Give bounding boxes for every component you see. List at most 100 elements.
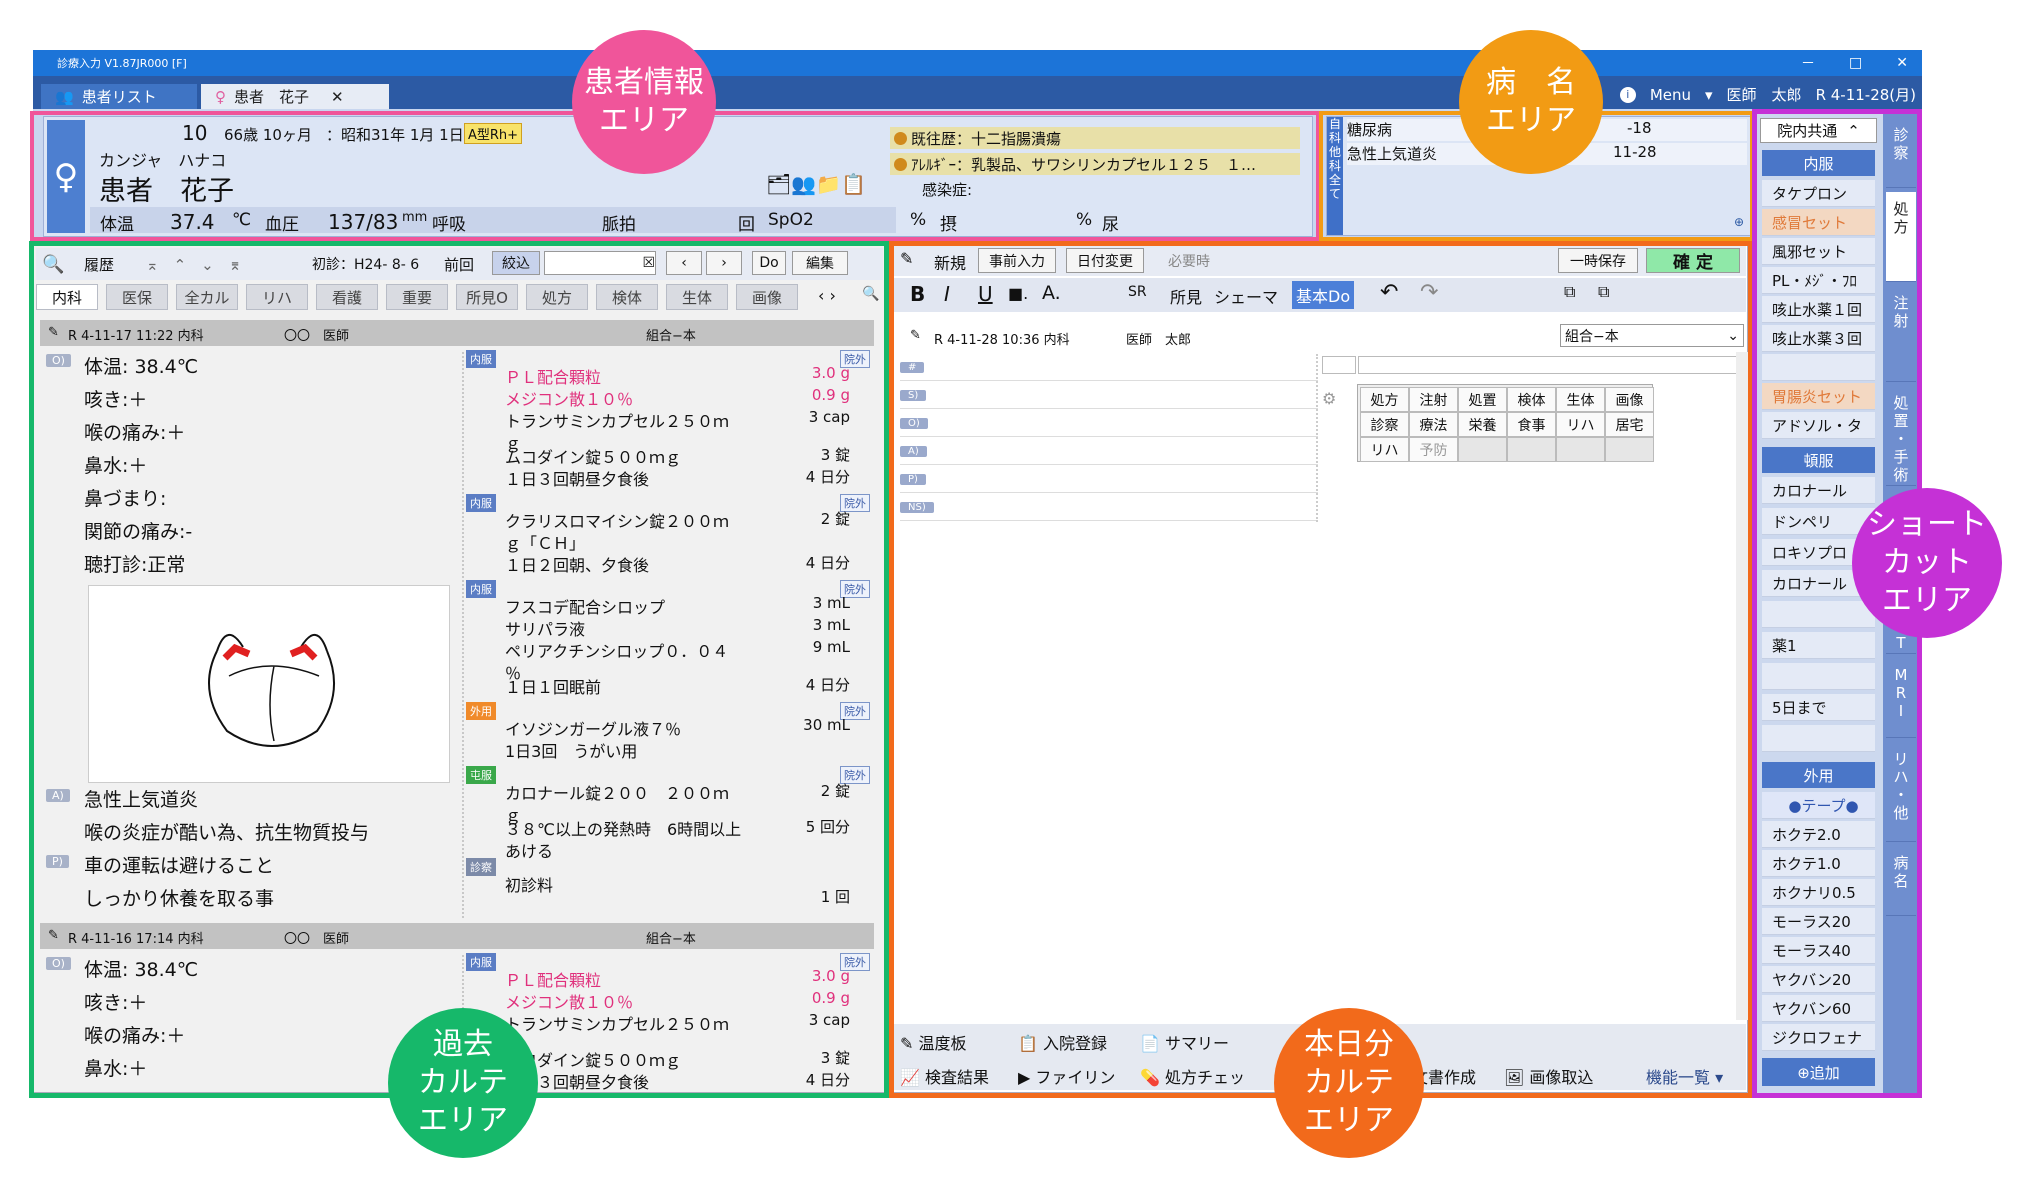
shortcut-item[interactable]: ジクロフェナ bbox=[1762, 1024, 1875, 1051]
shortcut-section-1[interactable]: 頓服 bbox=[1762, 447, 1875, 473]
filter-input[interactable]: ☒ bbox=[544, 251, 656, 275]
copy-icon[interactable]: ⧉ bbox=[1564, 282, 1575, 302]
shortcut-item[interactable]: ヤクバン60 bbox=[1762, 995, 1875, 1022]
close-tab-icon[interactable]: ✕ bbox=[331, 88, 344, 106]
order-button[interactable]: 診察 bbox=[1360, 412, 1409, 437]
vtab-6[interactable]: MRI bbox=[1886, 658, 1916, 738]
tab-history-2[interactable]: 全カル bbox=[176, 284, 238, 310]
shortcut-item[interactable]: 5日まで bbox=[1762, 694, 1875, 721]
vtab-2[interactable]: 注射 bbox=[1886, 286, 1916, 382]
tab-scroll-arrows[interactable]: ‹ › bbox=[818, 286, 836, 305]
order-button[interactable]: 画像 bbox=[1605, 387, 1654, 412]
soap-slot[interactable]: S) bbox=[900, 384, 1318, 409]
filter-button[interactable]: 絞込 bbox=[492, 251, 540, 275]
insurance-select[interactable]: 組合−本 ⌄ bbox=[1560, 324, 1744, 347]
color-button[interactable]: ■. bbox=[1008, 284, 1028, 303]
order-button[interactable]: 療法 bbox=[1409, 412, 1458, 437]
shortcut-item[interactable]: PL・ﾒｼﾞ・ﾌﾛ bbox=[1762, 267, 1875, 294]
record-title-input[interactable] bbox=[1358, 356, 1742, 374]
shortcut-item[interactable]: カロナール bbox=[1762, 477, 1875, 504]
shortcut-item[interactable]: ホクナリ0.5 bbox=[1762, 879, 1875, 906]
temp-save-button[interactable]: 一時保存 bbox=[1558, 248, 1638, 273]
functions-menu[interactable]: 機能一覧 ▾ bbox=[1646, 1064, 1723, 1088]
order-button[interactable]: 検体 bbox=[1507, 387, 1556, 412]
vtab-8[interactable]: 病名 bbox=[1886, 846, 1916, 916]
shortcut-item[interactable]: 咳止水薬３回 bbox=[1762, 325, 1875, 352]
tab-history-3[interactable]: リハ bbox=[246, 284, 308, 310]
tab-history-7[interactable]: 処方 bbox=[526, 284, 588, 310]
order-button[interactable] bbox=[1605, 437, 1654, 462]
tab-history-9[interactable]: 生体 bbox=[666, 284, 728, 310]
redo-icon[interactable]: ↷ bbox=[1420, 280, 1438, 305]
soap-slot[interactable]: P) bbox=[900, 468, 1318, 493]
order-button[interactable]: 予防 bbox=[1409, 437, 1458, 462]
shortcut-item[interactable]: モーラス40 bbox=[1762, 937, 1875, 964]
tab-history-0[interactable]: 内科 bbox=[36, 284, 98, 310]
soap-slot[interactable]: NS) bbox=[900, 496, 1318, 521]
do-button[interactable]: Do bbox=[752, 251, 786, 275]
shortcut-section-0[interactable]: 内服 bbox=[1762, 150, 1875, 176]
tab-history-6[interactable]: 所見O bbox=[456, 284, 518, 310]
tab-history-10[interactable]: 画像 bbox=[736, 284, 798, 310]
maximize-button[interactable]: □ bbox=[1849, 55, 1862, 71]
allergy-info[interactable]: ｱﾚﾙｷﾞｰ：乳製品、サワシリンカプセル１２５ １… bbox=[890, 153, 1300, 175]
shortcut-section-2[interactable]: 外用 bbox=[1762, 762, 1875, 788]
pre-input-button[interactable]: 事前入力 bbox=[978, 248, 1056, 273]
order-button[interactable]: 処方 bbox=[1360, 387, 1409, 412]
summary-button[interactable]: 📄 サマリー bbox=[1140, 1030, 1229, 1054]
order-button[interactable]: 注射 bbox=[1409, 387, 1458, 412]
italic-button[interactable]: I bbox=[944, 282, 950, 306]
soap-slot[interactable]: # bbox=[900, 356, 1318, 381]
paste-icon[interactable]: ⧉ bbox=[1598, 282, 1609, 302]
soap-slot[interactable]: A) bbox=[900, 440, 1318, 465]
temp-board-button[interactable]: ✎ 温度板 bbox=[900, 1030, 967, 1054]
tab-history-4[interactable]: 看護 bbox=[316, 284, 378, 310]
shortcut-item[interactable]: 風邪セット bbox=[1762, 238, 1875, 265]
soap-slot[interactable]: O) bbox=[900, 412, 1318, 437]
confirm-button[interactable]: 確 定 bbox=[1646, 248, 1740, 273]
order-button[interactable] bbox=[1458, 437, 1507, 462]
admission-button[interactable]: 📋 入院登録 bbox=[1018, 1030, 1107, 1054]
date-change-button[interactable]: 日付変更 bbox=[1066, 248, 1144, 273]
filing-button[interactable]: ▶ ファイリン bbox=[1018, 1064, 1115, 1088]
order-button[interactable]: 居宅 bbox=[1605, 412, 1654, 437]
shortcut-item[interactable] bbox=[1762, 354, 1875, 381]
plus-icon[interactable]: ⊕ bbox=[1734, 215, 1744, 229]
shortcut-item[interactable]: 感冒セット bbox=[1762, 209, 1875, 236]
edit-button[interactable]: 編集 bbox=[792, 251, 848, 275]
tab-patient[interactable]: ♀ 患者 花子 ✕ bbox=[201, 84, 389, 109]
test-results-button[interactable]: 📈 検査結果 bbox=[900, 1064, 989, 1088]
menu-button[interactable]: Menu bbox=[1650, 86, 1691, 104]
underline-button[interactable]: U bbox=[978, 282, 993, 306]
order-button[interactable]: 生体 bbox=[1556, 387, 1605, 412]
record-header[interactable]: ✎ R 4-11-17 11:22 内科 〇〇 医師 組合−本 bbox=[40, 320, 874, 346]
small-input[interactable] bbox=[1322, 356, 1356, 374]
shortcut-set-select[interactable]: 院内共通 ⌃ bbox=[1760, 118, 1877, 143]
minimize-button[interactable]: － bbox=[1801, 53, 1815, 73]
clear-icon[interactable]: ☒ bbox=[642, 255, 655, 271]
close-icon[interactable]: ✕ bbox=[1896, 55, 1908, 71]
tab-patient-list[interactable]: 👥 患者リスト bbox=[41, 84, 197, 109]
shortcut-item[interactable]: ホクテ1.0 bbox=[1762, 850, 1875, 877]
rx-check-button[interactable]: 💊 処方チェッ bbox=[1140, 1064, 1245, 1088]
order-button[interactable]: 処置 bbox=[1458, 387, 1507, 412]
order-button[interactable]: 食事 bbox=[1507, 412, 1556, 437]
vtab-3[interactable]: 処置・手術 bbox=[1886, 386, 1916, 486]
record-header[interactable]: ✎ R 4-11-16 17:14 内科 〇〇 医師 組合−本 bbox=[40, 923, 874, 949]
shortcut-item[interactable]: ホクテ2.0 bbox=[1762, 821, 1875, 848]
findings-button[interactable]: 所見 bbox=[1170, 284, 1202, 308]
toolbar-icons[interactable]: 🗂👥📁📋 bbox=[766, 172, 866, 196]
shortcut-item[interactable]: モーラス20 bbox=[1762, 908, 1875, 935]
search-icon[interactable]: 🔍 bbox=[862, 286, 879, 302]
shortcut-item[interactable]: ●テープ● bbox=[1762, 792, 1875, 819]
shortcut-item[interactable]: 薬1 bbox=[1762, 632, 1875, 659]
shortcut-item[interactable] bbox=[1762, 725, 1875, 752]
past-history[interactable]: 既往歴：十二指腸潰瘍 bbox=[890, 127, 1300, 149]
sr-button[interactable]: SR bbox=[1128, 284, 1147, 300]
next-button[interactable]: › bbox=[706, 251, 742, 275]
vtab-1[interactable]: 処方 bbox=[1886, 192, 1916, 282]
order-button[interactable]: リハ bbox=[1556, 412, 1605, 437]
shortcut-item[interactable]: 胃腸炎セット bbox=[1762, 383, 1875, 410]
disease-filter-tabs[interactable]: 自科他科全て bbox=[1327, 117, 1343, 235]
vtab-0[interactable]: 診察 bbox=[1886, 118, 1916, 188]
